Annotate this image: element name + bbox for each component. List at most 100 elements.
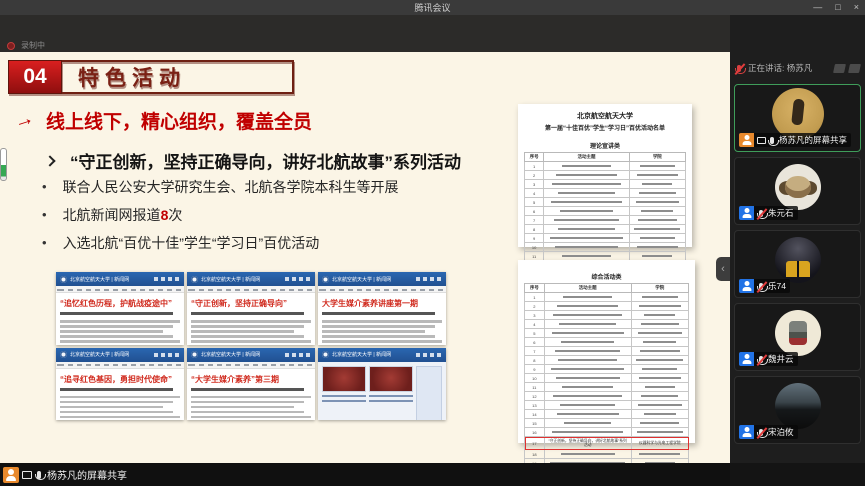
bullet-item: •北航新闻网报道8次	[42, 201, 399, 229]
doc-cell-bar	[638, 404, 682, 406]
avatar	[775, 383, 821, 429]
news-headline: 大学生媒介素养讲座第一期	[322, 298, 442, 309]
doc-col-header: 学院	[631, 284, 688, 293]
doc-cell-bar	[564, 422, 612, 424]
doc-cell-bar	[560, 210, 612, 212]
doc-cell-bar	[560, 404, 616, 406]
news-subtitle-bar	[322, 312, 435, 315]
minimize-icon[interactable]: —	[813, 0, 822, 15]
doc-row: 14	[525, 410, 689, 419]
university-logo-icon	[322, 351, 329, 358]
doc-cell-bar	[561, 453, 615, 455]
award-doc-2: 综合活动类 序号活动主题学院1234567891011121314151617“…	[518, 260, 695, 443]
speaking-label: 正在讲话: 杨苏凡	[748, 62, 830, 74]
news-brand: 北京航空航天大学 | 新闻网	[201, 351, 282, 358]
news-header: 北京航空航天大学 | 新闻网	[187, 272, 315, 286]
news-photo	[322, 366, 366, 392]
news-navbar	[318, 286, 446, 293]
news-brand: 北京航空航天大学 | 新闻网	[70, 276, 151, 283]
bullet-item: •联合人民公安大学研究生会、北航各学院本科生等开展	[42, 173, 399, 201]
news-screenshot: 北京航空航天大学 | 新闻网 大学生媒介素养讲座第一期	[318, 272, 446, 345]
doc-row: 11	[525, 383, 689, 392]
doc-row: 9	[525, 234, 686, 243]
doc-cell-bar	[556, 377, 620, 379]
news-photo	[369, 366, 413, 392]
doc-row: 16	[525, 428, 689, 437]
doc-cell-bar	[552, 431, 622, 433]
doc-cell-bar	[639, 453, 680, 455]
doc-cell-bar	[557, 305, 618, 307]
section-number-badge: 04	[8, 60, 62, 94]
doc-cell-bar	[639, 305, 681, 307]
slide-title: 特色活动	[62, 60, 294, 94]
news-navbar	[187, 362, 315, 369]
doc-cell-bar	[555, 246, 618, 248]
news-menu-links	[285, 277, 311, 281]
doc-row: 15	[525, 419, 689, 428]
participant-tag: 宋泊攸	[739, 425, 798, 439]
doc-row: 9	[525, 365, 689, 374]
doc-header-row: 序号活动主题学院	[525, 153, 686, 162]
mic-icon	[759, 283, 763, 290]
doc-cell-bar	[553, 314, 623, 316]
maximize-icon[interactable]: □	[835, 0, 840, 15]
news-menu-links	[416, 277, 442, 281]
doc-row: 17“守正创新，坚持正确导向，讲好北航故事”系列活动仪器科学与光电工程学院	[525, 437, 689, 450]
mic-icon	[759, 210, 763, 217]
news-menu-links	[154, 353, 180, 357]
participant-name: 杨苏凡的屏幕共享	[779, 134, 847, 146]
news-brand: 北京航空航天大学 | 新闻网	[70, 351, 151, 358]
view-switch-icons[interactable]	[834, 64, 860, 73]
avatar	[775, 237, 821, 283]
news-headline: “守正创新，坚持正确导向”	[191, 298, 311, 309]
doc-cell-bar	[639, 377, 681, 379]
participant-tile[interactable]: 朱元石	[734, 157, 861, 225]
screen-share-viewport: 录制中 04 特色活动 → 线上线下，精心组织，覆盖全员 “守正创新，坚持正确导…	[0, 15, 730, 463]
bullet-text: 联合人民公安大学研究生会、北航各学院本科生等开展	[63, 173, 399, 201]
participant-tile[interactable]: 魏井云	[734, 303, 861, 371]
doc-cell-bar	[562, 255, 612, 257]
doc-cell-bar	[642, 255, 672, 257]
news-brand: 北京航空航天大学 | 新闻网	[332, 276, 413, 283]
speaker-view-icon[interactable]	[848, 64, 861, 73]
doc-row: 4	[525, 189, 686, 198]
doc-col-header: 活动主题	[544, 153, 629, 162]
doc-cell-bar	[638, 219, 677, 221]
avatar	[775, 164, 821, 210]
window-titlebar: 腾讯会议 — □ ×	[0, 0, 865, 15]
close-icon[interactable]: ×	[854, 0, 859, 15]
doc-row: 7	[525, 347, 689, 356]
news-body-text	[191, 320, 311, 343]
news-navbar	[56, 286, 184, 293]
sidebar-collapse-handle[interactable]: ‹	[716, 257, 730, 281]
news-subtitle-bar	[191, 388, 304, 391]
bottom-status-bar: 杨苏凡的屏幕共享	[0, 463, 730, 486]
news-screenshot: 北京航空航天大学 | 新闻网 “守正创新，坚持正确导向”	[187, 272, 315, 345]
news-collage: 北京航空航天大学 | 新闻网 “追忆红色历程，护航战疫途中” 北京航空航天大学 …	[56, 272, 446, 420]
news-header: 北京航空航天大学 | 新闻网	[318, 272, 446, 286]
doc-cell-bar	[559, 323, 616, 325]
university-logo-icon	[191, 276, 198, 283]
mic-icon	[37, 471, 41, 479]
role-badge-icon	[739, 206, 754, 220]
role-badge-icon	[739, 279, 754, 293]
participant-name: 朱元石	[768, 207, 794, 219]
news-header: 北京航空航天大学 | 新闻网	[56, 348, 184, 362]
participant-tile[interactable]: 杨苏凡的屏幕共享	[734, 84, 861, 152]
doc-cell-bar	[556, 174, 616, 176]
share-status-label: 杨苏凡的屏幕共享	[47, 467, 127, 482]
participant-tag: 杨苏凡的屏幕共享	[739, 133, 851, 147]
doc-cell-bar	[638, 332, 683, 334]
doc-cell-bar	[644, 314, 675, 316]
participant-tag: 朱元石	[739, 206, 798, 220]
slide-headline: → 线上线下，精心组织，覆盖全员	[14, 107, 312, 134]
window-title: 腾讯会议	[414, 1, 450, 14]
subheadline-text: “守正创新，坚持正确导向，讲好北航故事”系列活动	[70, 148, 461, 173]
doc-row: 5	[525, 329, 689, 338]
news-screenshot: 北京航空航天大学 | 新闻网 “追寻红色基因，勇担时代使命”	[56, 348, 184, 421]
participant-tile[interactable]: 宋泊攸	[734, 376, 861, 444]
doc-cell-bar	[637, 246, 678, 248]
gallery-view-icon[interactable]	[833, 64, 846, 73]
participant-tile[interactable]: 乐74	[734, 230, 861, 298]
news-brand: 北京航空航天大学 | 新闻网	[332, 351, 413, 358]
